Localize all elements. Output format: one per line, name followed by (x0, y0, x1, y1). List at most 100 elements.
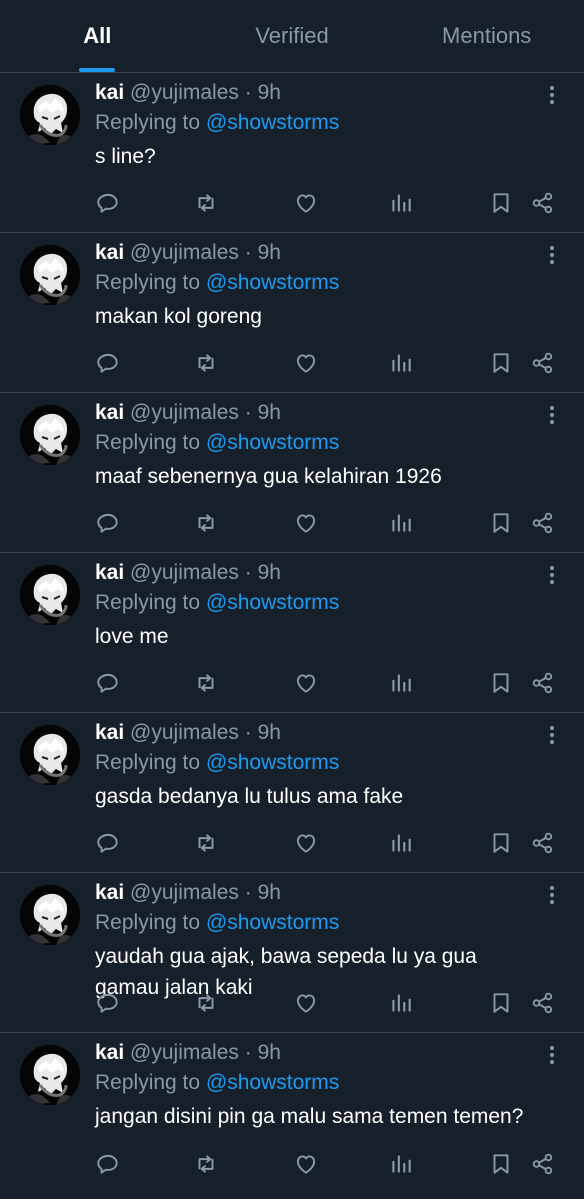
like-icon[interactable] (293, 510, 319, 536)
avatar[interactable] (20, 405, 80, 465)
display-name[interactable]: kai (95, 241, 124, 264)
avatar[interactable] (20, 85, 80, 145)
display-name[interactable]: kai (95, 561, 124, 584)
views-icon[interactable] (388, 670, 414, 696)
tweet[interactable]: kai @yujimales · 9h Replying to @showsto… (0, 233, 584, 393)
more-icon[interactable] (544, 243, 560, 267)
like-icon[interactable] (293, 1151, 319, 1177)
bookmark-icon[interactable] (488, 990, 514, 1016)
user-handle[interactable]: @yujimales (130, 721, 239, 744)
bookmark-icon[interactable] (488, 510, 514, 536)
timestamp[interactable]: 9h (258, 241, 281, 264)
user-handle[interactable]: @yujimales (130, 1041, 239, 1064)
tweet[interactable]: kai @yujimales · 9h Replying to @showsto… (0, 1033, 584, 1193)
reply-icon[interactable] (95, 510, 121, 536)
timestamp[interactable]: 9h (258, 561, 281, 584)
display-name[interactable]: kai (95, 721, 124, 744)
more-icon[interactable] (544, 563, 560, 587)
mention-link[interactable]: @showstorms (206, 751, 339, 774)
user-handle[interactable]: @yujimales (130, 81, 239, 104)
like-icon[interactable] (293, 190, 319, 216)
display-name[interactable]: kai (95, 81, 124, 104)
views-icon[interactable] (388, 830, 414, 856)
like-icon[interactable] (293, 350, 319, 376)
display-name[interactable]: kai (95, 1041, 124, 1064)
reply-icon[interactable] (95, 190, 121, 216)
tab-all[interactable]: All (0, 0, 195, 72)
tweet[interactable]: kai @yujimales · 9h Replying to @showsto… (0, 713, 584, 873)
share-icon[interactable] (530, 350, 556, 376)
retweet-icon[interactable] (193, 670, 219, 696)
avatar[interactable] (20, 725, 80, 785)
views-icon[interactable] (388, 350, 414, 376)
retweet-icon[interactable] (193, 830, 219, 856)
mention-link[interactable]: @showstorms (206, 1071, 339, 1094)
views-icon[interactable] (388, 990, 414, 1016)
share-icon[interactable] (530, 1151, 556, 1177)
reply-icon[interactable] (95, 830, 121, 856)
more-icon[interactable] (544, 403, 560, 427)
tweet[interactable]: kai @yujimales · 9h Replying to @showsto… (0, 553, 584, 713)
retweet-icon[interactable] (193, 990, 219, 1016)
mention-link[interactable]: @showstorms (206, 271, 339, 294)
mention-link[interactable]: @showstorms (206, 111, 339, 134)
timestamp[interactable]: 9h (258, 881, 281, 904)
share-icon[interactable] (530, 510, 556, 536)
tweet[interactable]: kai @yujimales · 9h Replying to @showsto… (0, 393, 584, 553)
mention-link[interactable]: @showstorms (206, 911, 339, 934)
bookmark-icon[interactable] (488, 670, 514, 696)
user-handle[interactable]: @yujimales (130, 561, 239, 584)
user-handle[interactable]: @yujimales (130, 241, 239, 264)
avatar[interactable] (20, 565, 80, 625)
share-icon[interactable] (530, 190, 556, 216)
tweet[interactable]: kai @yujimales · 9h Replying to @showsto… (0, 873, 584, 1033)
tab-verified[interactable]: Verified (195, 0, 390, 72)
retweet-icon[interactable] (193, 510, 219, 536)
views-icon[interactable] (388, 510, 414, 536)
retweet-icon[interactable] (193, 190, 219, 216)
reply-icon[interactable] (95, 670, 121, 696)
like-icon[interactable] (293, 830, 319, 856)
avatar[interactable] (20, 245, 80, 305)
reply-icon[interactable] (95, 990, 121, 1016)
bookmark-icon[interactable] (488, 830, 514, 856)
display-name[interactable]: kai (95, 401, 124, 424)
replying-to-label: Replying to (95, 271, 201, 294)
tweet[interactable]: kai @yujimales · 9h Replying to @showsto… (0, 73, 584, 233)
user-handle[interactable]: @yujimales (130, 401, 239, 424)
share-icon[interactable] (530, 670, 556, 696)
like-icon[interactable] (293, 670, 319, 696)
more-icon[interactable] (544, 723, 560, 747)
mention-link[interactable]: @showstorms (206, 431, 339, 454)
timestamp[interactable]: 9h (258, 81, 281, 104)
bookmark-icon[interactable] (488, 190, 514, 216)
share-icon[interactable] (530, 830, 556, 856)
timestamp[interactable]: 9h (258, 401, 281, 424)
tab-mentions[interactable]: Mentions (389, 0, 584, 72)
like-icon[interactable] (293, 990, 319, 1016)
mention-link[interactable]: @showstorms (206, 591, 339, 614)
tweet-content: kai @yujimales · 9h Replying to @showsto… (95, 1039, 544, 1132)
reply-icon[interactable] (95, 350, 121, 376)
avatar[interactable] (20, 1045, 80, 1105)
tweet-content: kai @yujimales · 9h Replying to @showsto… (95, 879, 544, 1003)
retweet-icon[interactable] (193, 350, 219, 376)
share-icon[interactable] (530, 990, 556, 1016)
tweet-header: kai @yujimales · 9h (95, 1039, 544, 1067)
replying-to-label: Replying to (95, 431, 201, 454)
timestamp[interactable]: 9h (258, 721, 281, 744)
more-icon[interactable] (544, 83, 560, 107)
views-icon[interactable] (388, 1151, 414, 1177)
timestamp[interactable]: 9h (258, 1041, 281, 1064)
more-icon[interactable] (544, 883, 560, 907)
user-handle[interactable]: @yujimales (130, 881, 239, 904)
bookmark-icon[interactable] (488, 1151, 514, 1177)
avatar[interactable] (20, 885, 80, 945)
retweet-icon[interactable] (193, 1151, 219, 1177)
reply-icon[interactable] (95, 1151, 121, 1177)
tweet-header: kai @yujimales · 9h (95, 239, 544, 267)
display-name[interactable]: kai (95, 881, 124, 904)
bookmark-icon[interactable] (488, 350, 514, 376)
more-icon[interactable] (544, 1043, 560, 1067)
views-icon[interactable] (388, 190, 414, 216)
